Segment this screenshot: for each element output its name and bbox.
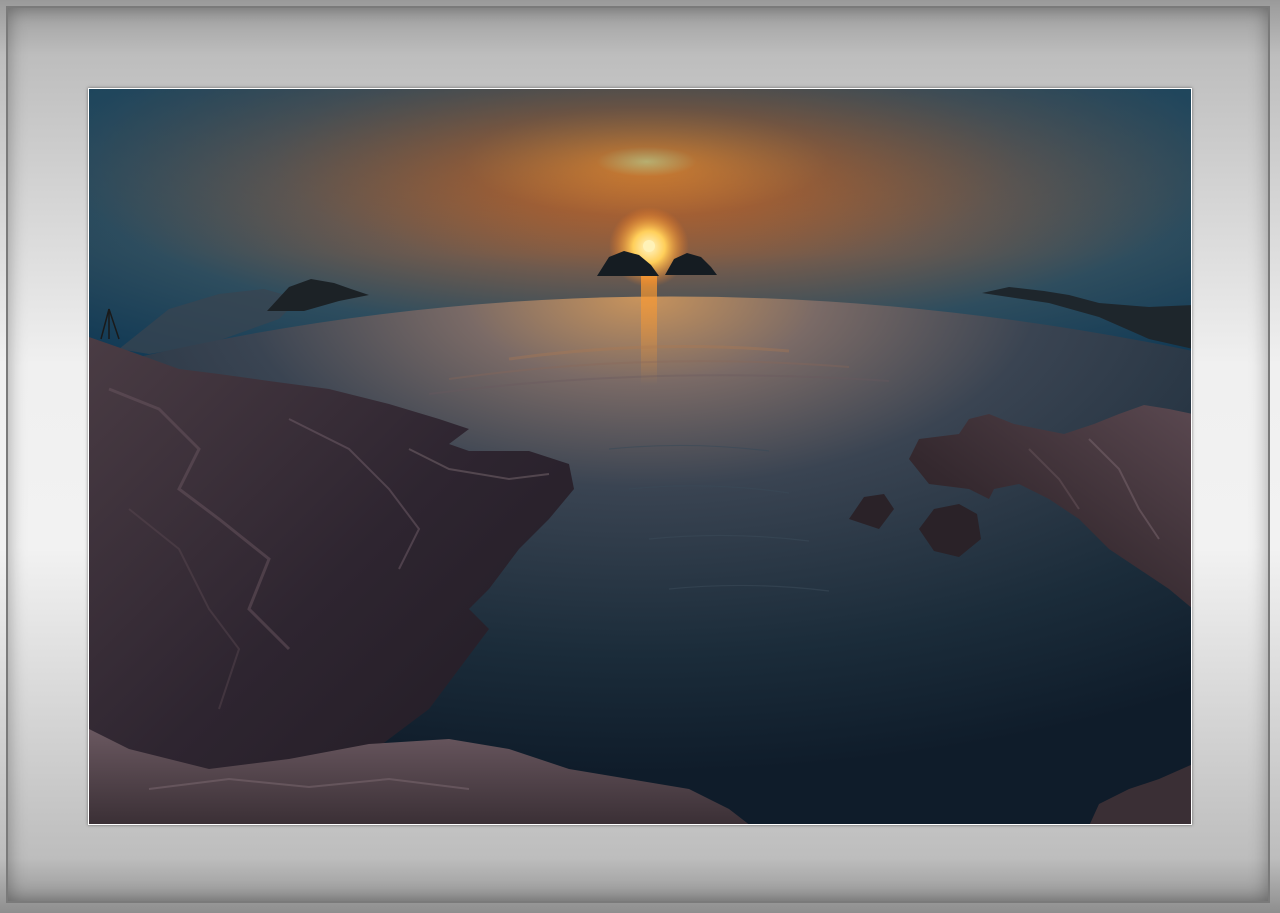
photo-mat bbox=[0, 0, 1280, 913]
sun-reflection bbox=[641, 275, 657, 385]
sun bbox=[643, 240, 655, 252]
seascape-photo bbox=[89, 89, 1191, 824]
photo bbox=[88, 88, 1192, 825]
